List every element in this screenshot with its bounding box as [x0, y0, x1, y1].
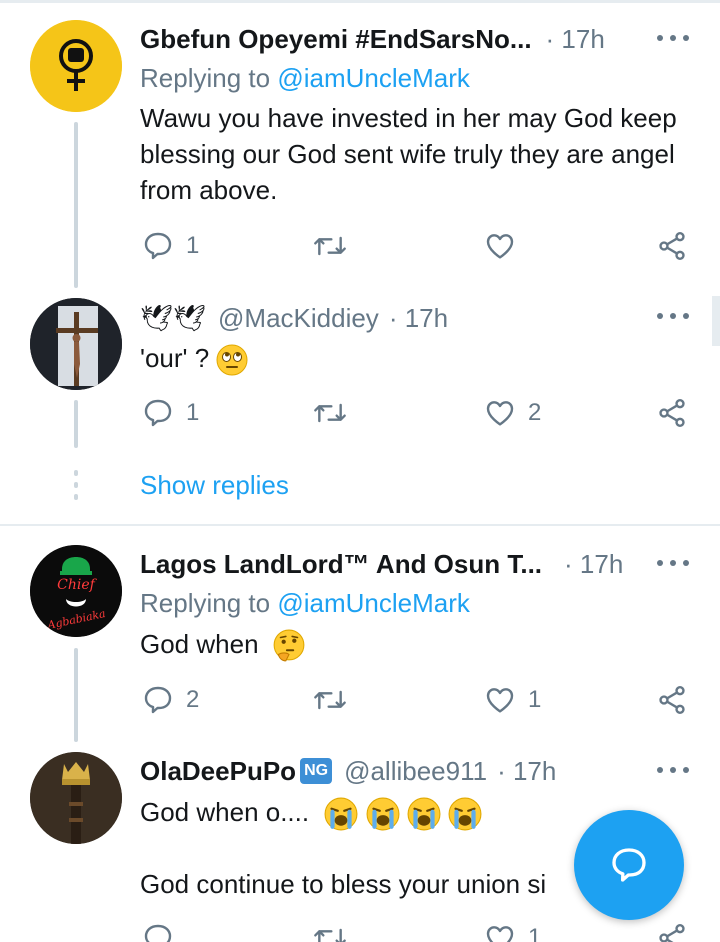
- svg-text:Chief: Chief: [57, 577, 97, 593]
- retweet-icon: [314, 690, 346, 710]
- thread-dots: [74, 470, 78, 506]
- more-icon[interactable]: [657, 553, 689, 573]
- tweet-header: Lagos LandLord™ And Osun T... · 17h: [140, 546, 623, 582]
- retweet-icon: [314, 403, 346, 423]
- eye-roll-emoji-icon: [216, 344, 248, 376]
- replying-to: Replying to @iamUncleMark: [140, 588, 470, 619]
- reply-count: 1: [186, 232, 200, 259]
- reply-icon: [144, 686, 172, 714]
- like-button[interactable]: 1: [484, 684, 541, 716]
- timestamp[interactable]: · 17h: [564, 549, 623, 580]
- compose-reply-button[interactable]: [574, 810, 684, 920]
- display-name[interactable]: 🕊🕊: [140, 303, 206, 334]
- royal-staff-icon: [30, 752, 122, 844]
- replying-to-label: Replying to: [140, 63, 278, 93]
- compose-reply-icon: [612, 848, 646, 882]
- handle[interactable]: @allibee911: [344, 756, 487, 787]
- display-name[interactable]: Gbefun Opeyemi #EndSarsNo...: [140, 24, 532, 55]
- timestamp[interactable]: · 17h: [546, 24, 605, 55]
- thread-line: [74, 122, 78, 288]
- like-count: 2: [528, 399, 542, 426]
- like-button[interactable]: 2: [484, 397, 541, 429]
- heart-icon: [486, 234, 514, 259]
- tweet-text-row: God when: [140, 626, 680, 663]
- like-count: 1: [528, 924, 542, 942]
- feminist-fist-icon: [30, 20, 122, 112]
- timestamp[interactable]: · 17h: [497, 756, 556, 787]
- retweet-icon: [314, 928, 346, 942]
- share-button[interactable]: [656, 922, 688, 942]
- like-count: 1: [528, 686, 542, 713]
- tweet-header: Gbefun Opeyemi #EndSarsNo... · 17h: [140, 21, 605, 57]
- tweet-text-line1: God when o....: [140, 797, 310, 827]
- reply-button[interactable]: 1: [142, 230, 199, 262]
- replying-to: Replying to @iamUncleMark: [140, 63, 470, 94]
- timestamp[interactable]: · 17h: [389, 303, 448, 334]
- retweet-button[interactable]: [312, 397, 348, 429]
- share-button[interactable]: [656, 397, 688, 429]
- more-icon[interactable]: [657, 306, 689, 326]
- thinking-emoji-icon: [273, 629, 305, 662]
- share-button[interactable]: [656, 230, 688, 262]
- like-button[interactable]: [484, 230, 516, 262]
- crying-emojis: [324, 797, 482, 831]
- tweet-header: 🕊🕊 @MacKiddiey · 17h: [140, 300, 448, 336]
- reply-icon: [144, 399, 172, 427]
- replying-to-label: Replying to: [140, 588, 278, 618]
- more-icon[interactable]: [657, 28, 689, 48]
- replying-to-handle[interactable]: @iamUncleMark: [277, 588, 470, 618]
- share-icon: [659, 232, 685, 260]
- share-button[interactable]: [656, 684, 688, 716]
- tweet-text: 'our' ?: [140, 343, 210, 373]
- loudly-crying-emoji-icon: [407, 797, 441, 831]
- reply-button[interactable]: 2: [142, 684, 199, 716]
- heart-icon: [486, 688, 514, 713]
- heart-icon: [486, 926, 514, 942]
- retweet-icon: [314, 236, 346, 256]
- top-border: [0, 0, 720, 3]
- tweet-text: God when: [140, 629, 259, 659]
- thread-line: [74, 648, 78, 742]
- share-icon: [659, 924, 685, 942]
- reply-icon: [144, 232, 172, 260]
- scrollbar[interactable]: [712, 296, 720, 346]
- reply-button[interactable]: [142, 922, 174, 942]
- like-button[interactable]: 1: [484, 922, 541, 942]
- heart-icon: [486, 401, 514, 426]
- handle[interactable]: @MacKiddiey: [218, 303, 379, 334]
- crucifix-icon: [30, 298, 122, 390]
- show-replies-link[interactable]: Show replies: [140, 470, 289, 501]
- share-icon: [659, 686, 685, 714]
- display-name[interactable]: Lagos LandLord™ And Osun T...: [140, 549, 542, 580]
- avatar-lagos-landlord[interactable]: Chief Agbabiaka: [30, 545, 122, 637]
- retweet-button[interactable]: [312, 230, 348, 262]
- more-icon[interactable]: [657, 760, 689, 780]
- thread-line: [74, 400, 78, 448]
- avatar-oladeepupo[interactable]: [30, 752, 122, 844]
- ng-flag-badge: NG: [300, 758, 333, 784]
- reply-icon: [144, 924, 172, 942]
- tweet-text-row: 'our' ?: [140, 340, 680, 376]
- replying-to-handle[interactable]: @iamUncleMark: [277, 63, 470, 93]
- reply-count: 1: [186, 399, 200, 426]
- tweet-header: OlaDeePuPo NG @allibee911 · 17h: [140, 753, 556, 789]
- chief-agbabiaka-logo-icon: Chief Agbabiaka: [30, 545, 122, 637]
- retweet-button[interactable]: [312, 684, 348, 716]
- reply-count: 2: [186, 686, 200, 713]
- tweet-text: Wawu you have invested in her may God ke…: [140, 103, 677, 205]
- loudly-crying-emoji-icon: [366, 797, 400, 831]
- share-icon: [659, 399, 685, 427]
- loudly-crying-emoji-icon: [324, 797, 358, 831]
- retweet-button[interactable]: [312, 922, 348, 942]
- avatar-mackiddiey[interactable]: [30, 298, 122, 390]
- avatar-gbefun[interactable]: [30, 20, 122, 112]
- display-name[interactable]: OlaDeePuPo: [140, 756, 296, 787]
- thread-divider: [0, 524, 720, 526]
- loudly-crying-emoji-icon: [448, 797, 482, 831]
- reply-button[interactable]: 1: [142, 397, 199, 429]
